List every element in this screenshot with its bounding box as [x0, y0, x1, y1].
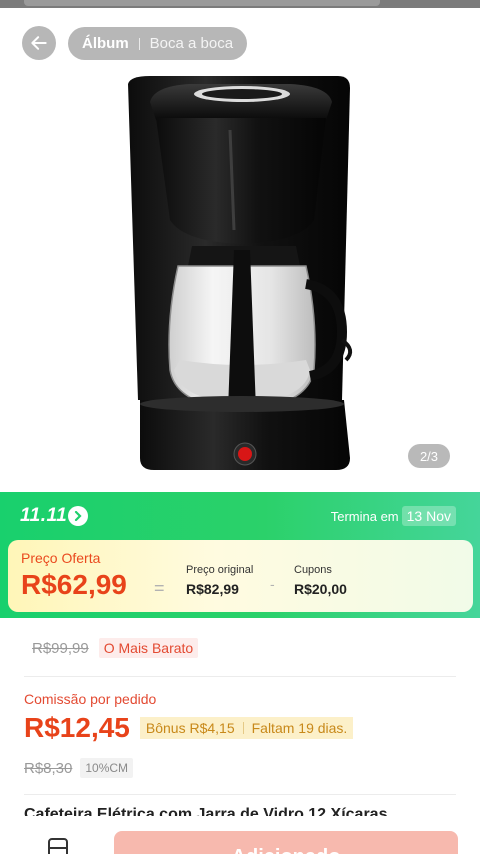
price-breakdown-card: Preço Oferta R$62,99 = Preço original R$… [8, 540, 473, 612]
commission-value: R$12,45 [24, 712, 130, 743]
original-price-value: R$82,99 [186, 581, 239, 597]
commission-old-value: R$8,30 [24, 759, 73, 777]
promo-banner: 11.11 Termina em 13 Nov Preço Oferta R$6… [0, 492, 480, 618]
bonus-amount: Bônus R$4,15 [145, 720, 235, 736]
tab-reviews[interactable]: Boca a boca [150, 35, 233, 52]
bottom-action-bar: Adicionado [0, 816, 480, 854]
status-strip [0, 0, 480, 8]
offer-price-value: R$62,99 [21, 569, 127, 600]
product-image-coffee-maker [128, 76, 353, 470]
divider [24, 794, 456, 795]
commission-rate-badge: 10%CM [80, 758, 134, 778]
product-sheet: Álbum Boca a boca 2/3 11.11 Termina em 1… [0, 8, 480, 854]
original-price-label: Preço original [186, 564, 254, 576]
arrow-left-icon [31, 36, 47, 50]
event-arrow-button[interactable] [68, 506, 88, 526]
storefront-icon[interactable] [47, 836, 69, 854]
divider [24, 676, 456, 677]
tab-divider [138, 37, 140, 50]
cheapest-badge: O Mais Barato [98, 638, 199, 658]
back-button[interactable] [22, 26, 56, 60]
promo-countdown: Termina em 13 Nov [331, 506, 456, 526]
product-gallery[interactable]: Álbum Boca a boca 2/3 [0, 8, 480, 492]
old-price: R$99,99 [32, 639, 89, 657]
ends-date: 13 Nov [401, 506, 456, 526]
old-price-row: R$99,99 O Mais Barato [32, 638, 199, 658]
equals-sign: = [154, 578, 165, 598]
tab-album[interactable]: Álbum [82, 35, 129, 52]
gallery-page-indicator: 2/3 [408, 444, 450, 468]
gallery-tabs: Álbum Boca a boca [68, 27, 248, 60]
ends-label: Termina em [330, 508, 399, 524]
chevron-right-icon [74, 511, 82, 521]
add-button[interactable]: Adicionado [114, 831, 458, 854]
coupons-label: Cupons [294, 564, 332, 576]
minus-sign: - [270, 576, 275, 592]
days-left: Faltam 19 dias. [251, 720, 348, 736]
commission-sub-row: R$8,30 10%CM [24, 758, 134, 778]
coupons-value: R$20,00 [294, 581, 347, 597]
bonus-strip: Bônus R$4,15 Faltam 19 dias. [139, 717, 354, 739]
offer-price-label: Preço Oferta [21, 550, 101, 566]
event-logo: 11.11 [20, 505, 68, 526]
commission-row: R$12,45 Bônus R$4,15 Faltam 19 dias. [24, 712, 354, 744]
commission-label: Comissão por pedido [24, 691, 157, 707]
bonus-divider [242, 722, 244, 734]
